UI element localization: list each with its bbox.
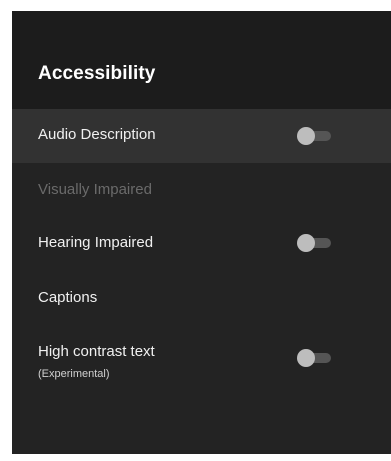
setting-sublabel: (Experimental) [38, 368, 110, 380]
toggle-thumb [297, 349, 315, 367]
high-contrast-text-toggle[interactable] [297, 349, 331, 367]
audio-description-toggle[interactable] [297, 127, 331, 145]
setting-row-high-contrast-text[interactable]: High contrast text (Experimental) [12, 325, 391, 391]
setting-label: Hearing Impaired [38, 234, 154, 251]
setting-row-captions[interactable]: Captions [12, 271, 391, 325]
setting-row-audio-description[interactable]: Audio Description [12, 109, 391, 163]
setting-label: Captions [38, 289, 98, 306]
setting-label: Audio Description [38, 126, 156, 143]
setting-row-hearing-impaired[interactable]: Hearing Impaired [12, 217, 391, 271]
accessibility-panel: Accessibility Audio Description Visually… [12, 11, 391, 454]
setting-label: Visually Impaired [38, 181, 152, 198]
toggle-thumb [297, 127, 315, 145]
toggle-thumb [297, 234, 315, 252]
page-title: Accessibility [38, 63, 156, 84]
setting-label: High contrast text [38, 343, 155, 360]
setting-row-visually-impaired: Visually Impaired [12, 163, 391, 217]
hearing-impaired-toggle[interactable] [297, 234, 331, 252]
header: Accessibility [12, 11, 391, 109]
